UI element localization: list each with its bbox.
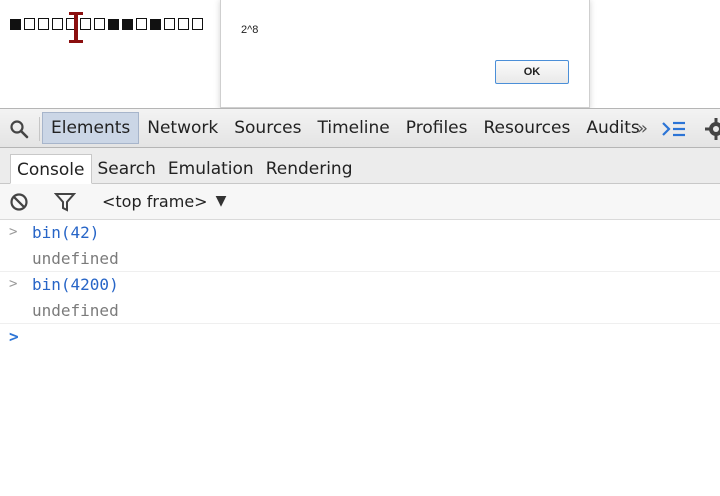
- tab-console[interactable]: Console: [10, 154, 92, 184]
- frame-selector[interactable]: <top frame> ▼: [102, 190, 226, 212]
- clear-console-icon[interactable]: [9, 192, 29, 212]
- gear-icon[interactable]: [704, 117, 720, 141]
- frame-selector-label: <top frame>: [102, 191, 208, 211]
- page-content: 2^8 OK: [0, 0, 720, 108]
- text-cursor-icon: [68, 11, 84, 44]
- drawer-tabs: Console Search Emulation Rendering: [10, 152, 359, 184]
- alert-message: 2^8: [241, 24, 259, 36]
- console-messages: > bin(42) undefined > bin(4200) undefine…: [0, 220, 720, 496]
- tab-network[interactable]: Network: [139, 112, 226, 144]
- main-tabs: Elements Network Sources Timeline Profil…: [42, 109, 648, 147]
- drawer-toolbar: Console Search Emulation Rendering: [0, 148, 720, 184]
- command-text: bin(42): [32, 223, 100, 242]
- empty-glyph: [192, 18, 203, 30]
- empty-glyph: [24, 18, 35, 30]
- result-text: undefined: [32, 249, 119, 268]
- command-chevron-icon: >: [9, 276, 18, 292]
- filled-glyph: [108, 18, 119, 30]
- empty-glyph: [178, 18, 189, 30]
- result-text: undefined: [32, 301, 119, 320]
- tab-search[interactable]: Search: [92, 154, 162, 184]
- tab-emulation[interactable]: Emulation: [162, 154, 260, 184]
- alert-ok-button[interactable]: OK: [495, 60, 569, 84]
- console-command: > bin(42): [0, 220, 720, 246]
- empty-glyph: [94, 18, 105, 30]
- devtools-panel: Elements Network Sources Timeline Profil…: [0, 108, 720, 496]
- filled-glyph: [150, 18, 161, 30]
- input-prompt-icon: >: [9, 327, 19, 346]
- tab-resources[interactable]: Resources: [476, 112, 579, 144]
- console-result: undefined: [0, 246, 720, 272]
- empty-glyph: [38, 18, 49, 30]
- tab-timeline[interactable]: Timeline: [309, 112, 397, 144]
- tab-elements[interactable]: Elements: [42, 112, 140, 144]
- filled-glyph: [10, 18, 21, 30]
- command-chevron-icon: >: [9, 224, 18, 240]
- console-command: > bin(4200): [0, 272, 720, 298]
- toolbar-divider: [39, 117, 40, 141]
- glyph-row: [9, 16, 204, 32]
- tab-rendering[interactable]: Rendering: [260, 154, 359, 184]
- devtools-main-toolbar: Elements Network Sources Timeline Profil…: [0, 108, 720, 148]
- tab-profiles[interactable]: Profiles: [398, 112, 476, 144]
- alert-dialog: 2^8 OK: [220, 0, 590, 108]
- dropdown-arrow-icon: ▼: [215, 193, 227, 209]
- command-text: bin(4200): [32, 275, 119, 294]
- tab-sources[interactable]: Sources: [226, 112, 309, 144]
- filled-glyph: [122, 18, 133, 30]
- console-controls: <top frame> ▼: [0, 184, 720, 220]
- magnifier-icon[interactable]: [9, 119, 29, 139]
- console-result: undefined: [0, 298, 720, 324]
- empty-glyph: [136, 18, 147, 30]
- empty-glyph: [164, 18, 175, 30]
- overflow-chevron-icon[interactable]: »: [637, 118, 648, 139]
- filter-icon[interactable]: [54, 192, 76, 212]
- console-input[interactable]: >: [0, 324, 720, 352]
- empty-glyph: [52, 18, 63, 30]
- console-drawer-icon[interactable]: [660, 118, 688, 140]
